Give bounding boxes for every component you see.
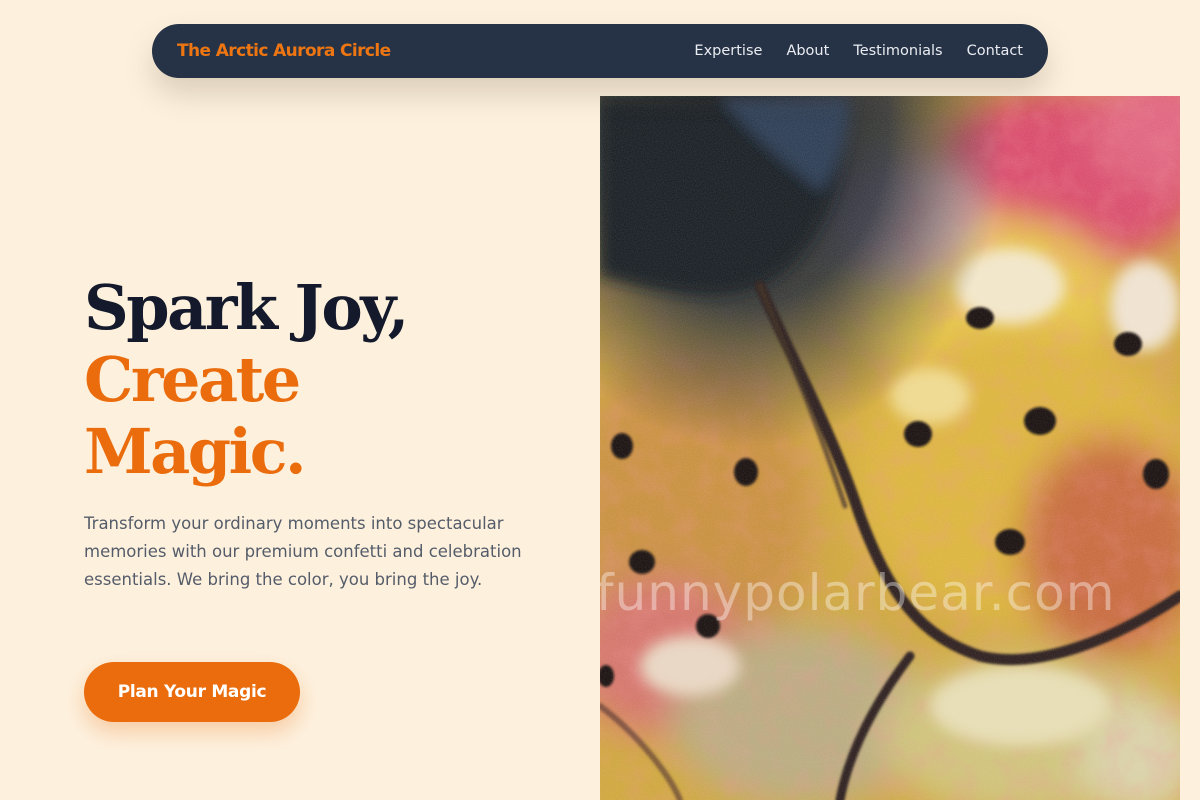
top-navigation: The Arctic Aurora Circle Expertise About… xyxy=(152,24,1048,78)
nav-link-about[interactable]: About xyxy=(786,43,829,59)
headline-line-1: Spark Joy, xyxy=(84,271,409,344)
hero-headline: Spark Joy, Create Magic. xyxy=(84,271,409,488)
plan-your-magic-button[interactable]: Plan Your Magic xyxy=(84,662,300,722)
confetti-closeup-photo xyxy=(600,96,1180,800)
brand-logo-text[interactable]: The Arctic Aurora Circle xyxy=(177,41,391,61)
nav-link-contact[interactable]: Contact xyxy=(967,43,1023,59)
hero-image: funnypolarbear.com xyxy=(600,96,1180,800)
hero-description: Transform your ordinary moments into spe… xyxy=(84,514,522,589)
nav-link-expertise[interactable]: Expertise xyxy=(694,43,762,59)
headline-line-3: Magic. xyxy=(84,415,307,488)
nav-link-testimonials[interactable]: Testimonials xyxy=(853,43,942,59)
nav-links: Expertise About Testimonials Contact xyxy=(694,43,1023,59)
headline-line-2: Create xyxy=(84,343,301,416)
